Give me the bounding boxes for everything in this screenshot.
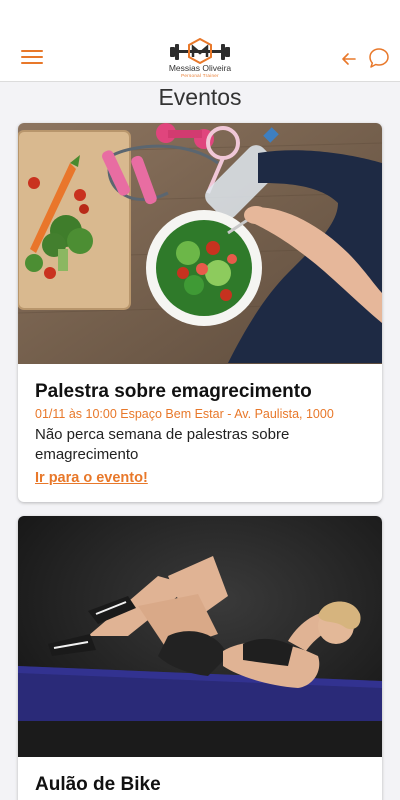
event-title: Palestra sobre emagrecimento xyxy=(35,381,312,402)
logo-subtitle: Personal Trainer xyxy=(181,73,219,78)
arrow-left-icon[interactable] xyxy=(340,50,358,68)
event-image-workout xyxy=(18,516,382,757)
app-header: Messias Oliveira Personal Trainer xyxy=(0,0,400,82)
event-image-healthy-food xyxy=(18,123,382,364)
event-card[interactable]: Aulão de Bike xyxy=(18,516,382,800)
event-card[interactable]: Palestra sobre emagrecimento 01/11 às 10… xyxy=(18,123,382,502)
logo-name: Messias Oliveira xyxy=(168,63,232,73)
event-description: Não perca semana de palestras sobre emag… xyxy=(35,426,290,463)
event-card-body: Palestra sobre emagrecimento 01/11 às 10… xyxy=(18,364,382,487)
logo: Messias Oliveira Personal Trainer xyxy=(160,38,240,78)
event-date-location: 01/11 às 10:00 Espaço Bem Estar - Av. Pa… xyxy=(35,407,334,421)
event-card-body: Aulão de Bike xyxy=(18,757,382,797)
chat-bubble-icon[interactable] xyxy=(367,46,391,70)
dumbbell-logo-icon xyxy=(170,38,230,64)
event-title: Aulão de Bike xyxy=(35,774,161,795)
page-title: Eventos xyxy=(158,84,242,110)
go-to-event-link[interactable]: Ir para o evento! xyxy=(35,469,148,487)
hamburger-menu-icon[interactable] xyxy=(21,50,43,67)
